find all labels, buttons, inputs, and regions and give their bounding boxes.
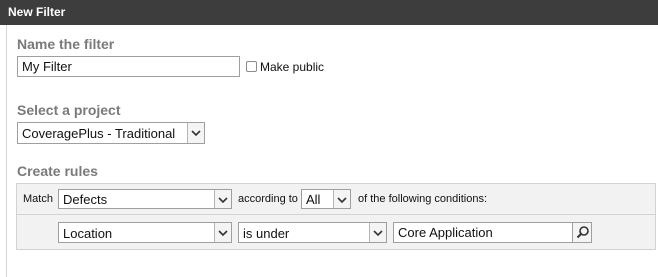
- chevron-down-icon: [214, 223, 231, 242]
- match-rule-row: Match Defects according to All of the fo…: [16, 183, 656, 215]
- filter-form-panel: Name the filter Make public Select a pro…: [6, 25, 658, 277]
- make-public-checkbox[interactable]: [246, 61, 257, 72]
- project-section-heading: Select a project: [17, 102, 121, 118]
- project-select[interactable]: CoveragePlus - Traditional: [17, 122, 205, 144]
- project-select-value: CoveragePlus - Traditional: [22, 126, 176, 141]
- condition-operator-select[interactable]: is under: [238, 222, 387, 243]
- rules-section-heading: Create rules: [17, 163, 98, 179]
- chevron-down-icon: [214, 190, 231, 208]
- dialog-title: New Filter: [8, 5, 66, 19]
- chevron-down-icon: [369, 223, 386, 242]
- match-type-select[interactable]: Defects: [58, 189, 232, 209]
- quantifier-select[interactable]: All: [301, 189, 351, 209]
- condition-value-input[interactable]: [393, 222, 574, 243]
- match-type-value: Defects: [63, 192, 108, 207]
- conditions-label: of the following conditions:: [358, 193, 488, 205]
- condition-field-value: Location: [63, 226, 113, 241]
- chevron-down-icon: [187, 123, 204, 143]
- condition-search-button[interactable]: [572, 222, 592, 243]
- condition-field-select[interactable]: Location: [58, 222, 232, 243]
- dialog-title-bar: New Filter: [0, 0, 658, 25]
- chevron-down-icon: [333, 190, 350, 208]
- condition-operator-value: is under: [243, 226, 290, 241]
- condition-row: Location is under: [16, 214, 656, 250]
- name-section-heading: Name the filter: [17, 36, 115, 52]
- according-to-label: according to: [238, 193, 298, 205]
- filter-name-input[interactable]: [17, 56, 240, 77]
- quantifier-value: All: [306, 192, 321, 207]
- match-label: Match: [23, 193, 53, 205]
- make-public-label[interactable]: Make public: [260, 60, 324, 74]
